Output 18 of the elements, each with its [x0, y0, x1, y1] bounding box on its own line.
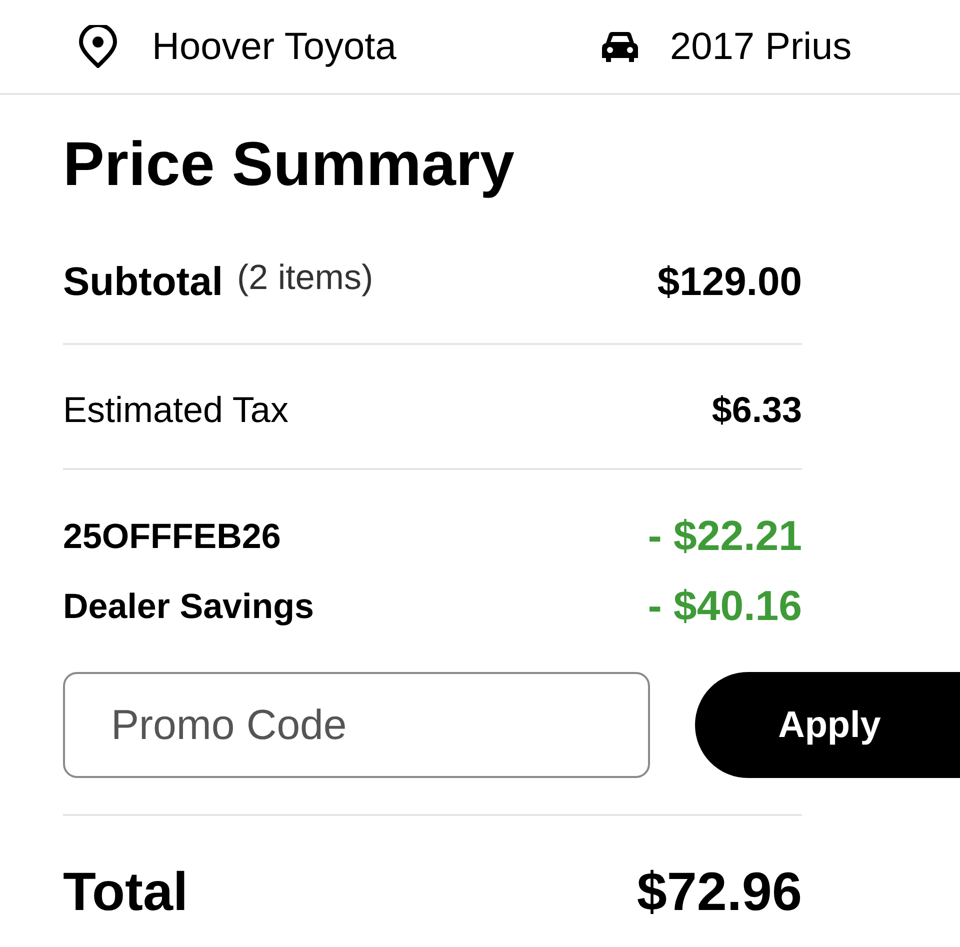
tax-amount: $6.33: [712, 392, 802, 428]
item-count: (2 items): [236, 260, 374, 295]
location-pin-icon: [78, 24, 118, 68]
discount-amount: - $22.21: [648, 515, 802, 557]
car-icon: [600, 30, 640, 62]
vehicle-name: 2017 Prius: [670, 28, 852, 66]
discount-amount: - $40.16: [648, 585, 802, 627]
subtotal-label: Subtotal: [63, 262, 223, 302]
total-amount: $72.96: [636, 864, 802, 918]
discount-label: 25OFFFEB26: [63, 518, 281, 554]
dealer-name: Hoover Toyota: [152, 28, 396, 66]
subtotal-amount: $129.00: [657, 262, 802, 302]
page-title: Price Summary: [63, 134, 514, 196]
total-label: Total: [63, 864, 188, 918]
apply-button[interactable]: Apply: [695, 672, 960, 778]
discount-label: Dealer Savings: [63, 588, 314, 624]
tax-label: Estimated Tax: [63, 392, 288, 428]
promo-code-field[interactable]: Promo Code: [63, 672, 650, 778]
